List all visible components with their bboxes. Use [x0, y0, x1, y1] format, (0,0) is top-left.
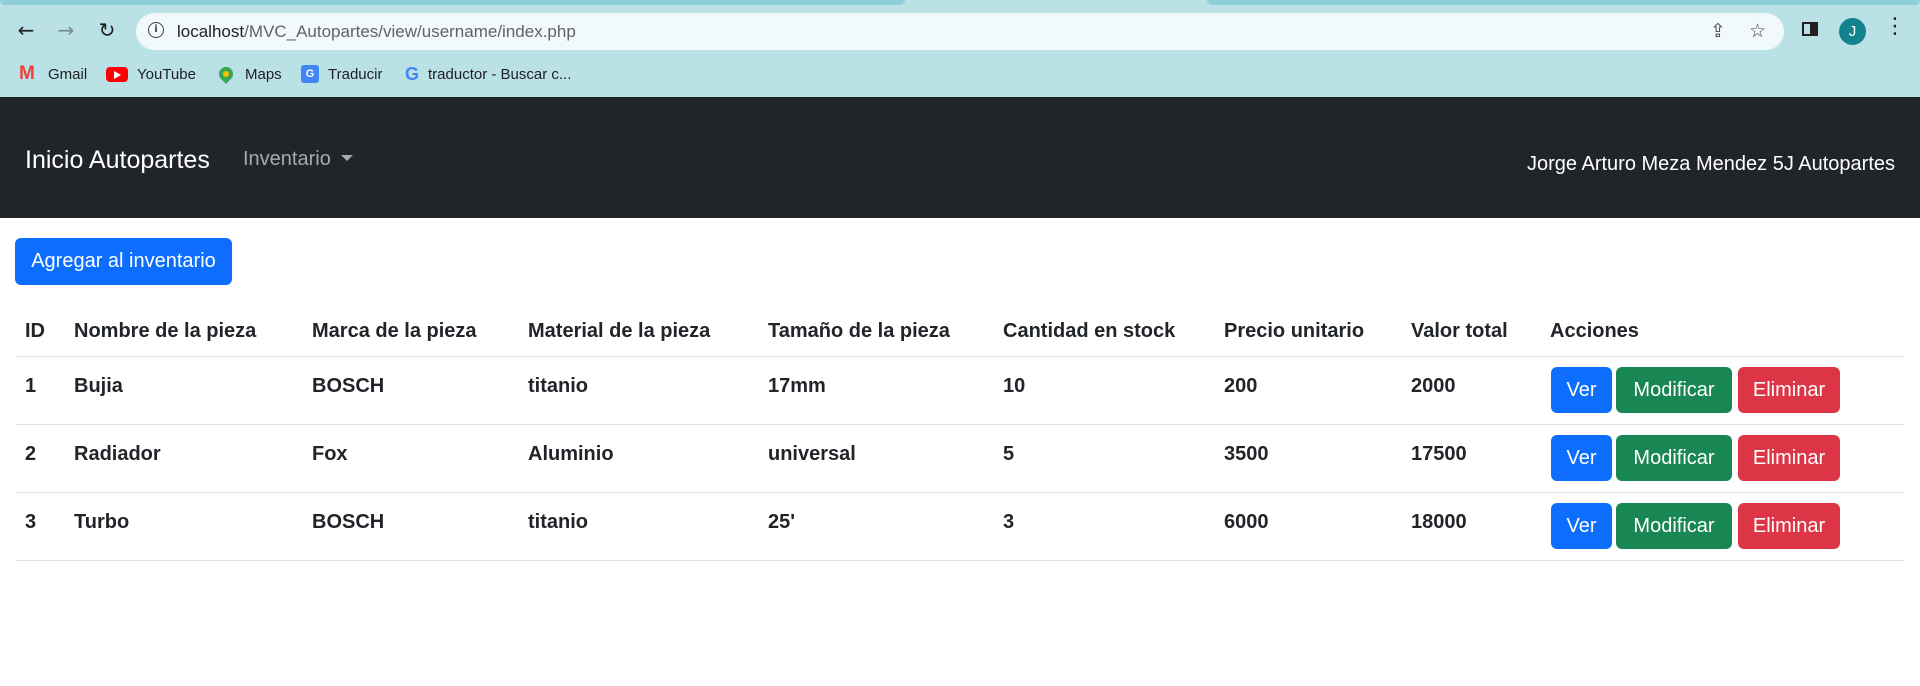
navbar-user-text: Jorge Arturo Meza Mendez 5J Autopartes: [1527, 153, 1895, 175]
cell-nombre: Radiador: [74, 443, 161, 465]
cell-cantidad: 5: [1003, 443, 1015, 465]
header-tamano: Tamaño de la pieza: [768, 320, 950, 342]
cell-nombre: Turbo: [74, 511, 130, 533]
cell-marca: BOSCH: [312, 511, 385, 533]
bookmark-gmail[interactable]: Gmail: [19, 62, 87, 86]
cell-tamano: 25': [768, 511, 796, 533]
more-menu-icon[interactable]: ⋮: [1884, 14, 1906, 39]
cell-valor: 17500: [1411, 443, 1467, 465]
delete-button[interactable]: Eliminar: [1738, 435, 1840, 481]
table-row: 3 Turbo BOSCH titanio 25' 3 6000 18000 V…: [15, 493, 1905, 561]
bookmark-traductor[interactable]: G traductor - Buscar c...: [405, 62, 571, 86]
header-marca: Marca de la pieza: [312, 320, 477, 342]
edit-button[interactable]: Modificar: [1616, 367, 1732, 413]
header-valor: Valor total: [1411, 320, 1508, 342]
cell-material: titanio: [528, 511, 588, 533]
bookmark-label: Maps: [245, 65, 282, 83]
translate-icon: G: [301, 65, 319, 83]
table-row: 1 Bujia BOSCH titanio 17mm 10 200 2000 V…: [15, 357, 1905, 425]
bookmark-traducir[interactable]: G Traducir: [301, 62, 382, 86]
browser-chrome: ← → ↻ i localhost/MVC_Autopartes/view/us…: [0, 0, 1920, 97]
edit-button[interactable]: Modificar: [1616, 435, 1732, 481]
back-icon[interactable]: ←: [12, 16, 40, 44]
header-precio: Precio unitario: [1224, 320, 1365, 342]
google-icon: G: [405, 63, 420, 84]
bookmark-label: Traducir: [328, 65, 383, 83]
header-cantidad: Cantidad en stock: [1003, 320, 1176, 342]
cell-precio: 3500: [1224, 443, 1269, 465]
cell-precio: 200: [1224, 375, 1258, 397]
table-row: 2 Radiador Fox Aluminio universal 5 3500…: [15, 425, 1905, 493]
cell-precio: 6000: [1224, 511, 1269, 533]
url-host: localhost: [177, 22, 245, 41]
cell-cantidad: 10: [1003, 375, 1026, 397]
bookmark-label: Gmail: [48, 65, 88, 83]
bookmark-label: YouTube: [137, 65, 196, 83]
edit-button[interactable]: Modificar: [1616, 503, 1732, 549]
bookmark-maps[interactable]: Maps: [216, 62, 282, 86]
cell-valor: 2000: [1411, 375, 1456, 397]
cell-tamano: 17mm: [768, 375, 826, 397]
delete-button[interactable]: Eliminar: [1738, 503, 1840, 549]
delete-button[interactable]: Eliminar: [1738, 367, 1840, 413]
cell-id: 3: [25, 511, 37, 533]
cell-nombre: Bujia: [74, 375, 123, 397]
cell-material: titanio: [528, 375, 588, 397]
cell-id: 1: [25, 375, 37, 397]
address-bar[interactable]: i localhost/MVC_Autopartes/view/username…: [136, 13, 1784, 50]
header-material: Material de la pieza: [528, 320, 711, 342]
bookmark-label: traductor - Buscar c...: [428, 65, 572, 83]
add-to-inventory-button[interactable]: Agregar al inventario: [15, 238, 232, 285]
profile-avatar[interactable]: J: [1839, 18, 1866, 45]
cell-marca: Fox: [312, 443, 348, 465]
header-id: ID: [25, 320, 45, 342]
cell-marca: BOSCH: [312, 375, 385, 397]
cell-material: Aluminio: [528, 443, 614, 465]
inventory-table: ID Nombre de la pieza Marca de la pieza …: [15, 310, 1905, 561]
navbar-brand[interactable]: Inicio Autopartes: [25, 146, 210, 175]
share-icon[interactable]: ⇪: [1710, 20, 1726, 42]
bookmark-youtube[interactable]: YouTube: [106, 62, 196, 86]
view-button[interactable]: Ver: [1551, 367, 1612, 413]
inventario-dropdown[interactable]: Inventario: [243, 148, 353, 171]
url-path: /MVC_Autopartes/view/username/index.php: [244, 22, 576, 41]
youtube-icon: [106, 66, 128, 82]
cell-valor: 18000: [1411, 511, 1467, 533]
gmail-icon: [19, 63, 39, 85]
side-panel-icon[interactable]: [1802, 22, 1818, 36]
caret-down-icon: [340, 155, 353, 162]
bookmark-star-icon[interactable]: ☆: [1749, 20, 1766, 42]
cell-cantidad: 3: [1003, 511, 1015, 533]
dropdown-label: Inventario: [243, 148, 331, 170]
reload-icon[interactable]: ↻: [93, 16, 121, 44]
app-navbar: Inicio Autopartes Inventario Jorge Artur…: [0, 97, 1920, 218]
url-text[interactable]: localhost/MVC_Autopartes/view/username/i…: [177, 22, 576, 42]
site-info-icon[interactable]: i: [148, 22, 164, 38]
tab-edge[interactable]: [1207, 0, 1920, 5]
cell-tamano: universal: [768, 443, 856, 465]
view-button[interactable]: Ver: [1551, 435, 1612, 481]
table-header: ID Nombre de la pieza Marca de la pieza …: [15, 310, 1905, 357]
header-acciones: Acciones: [1550, 320, 1639, 342]
header-nombre: Nombre de la pieza: [74, 320, 257, 342]
view-button[interactable]: Ver: [1551, 503, 1612, 549]
maps-icon: [216, 64, 236, 84]
active-tab-edge[interactable]: [0, 0, 905, 5]
forward-icon[interactable]: →: [52, 16, 80, 44]
cell-id: 2: [25, 443, 37, 465]
